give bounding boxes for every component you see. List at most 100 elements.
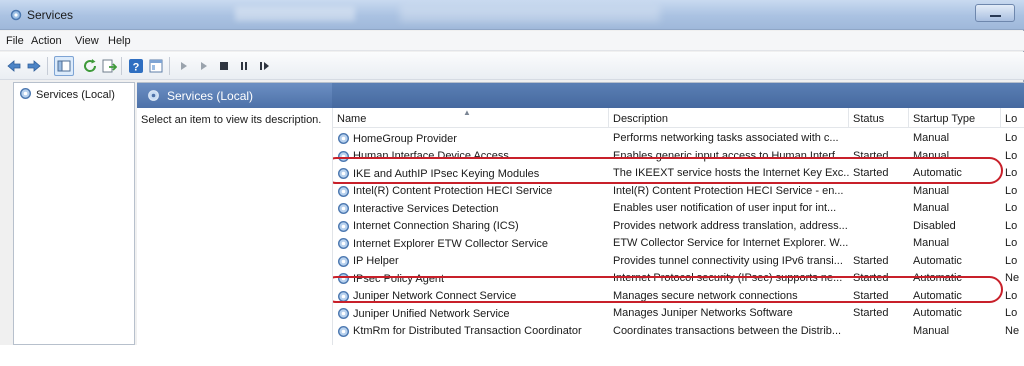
- service-name-cell: HomeGroup Provider: [337, 132, 607, 145]
- page-background: [0, 345, 1024, 366]
- service-status: Started: [853, 307, 889, 319]
- forward-icon[interactable]: [26, 58, 42, 74]
- column-header-description[interactable]: Description: [609, 108, 849, 128]
- service-startup-type: Manual: [913, 149, 950, 162]
- service-gear-icon: [337, 325, 350, 338]
- service-logon: Lo: [1005, 219, 1018, 232]
- service-logon: Lo: [1005, 202, 1018, 214]
- service-gear-icon: [337, 255, 350, 268]
- title-bar-blur: [400, 6, 660, 22]
- service-gear-icon: [337, 237, 350, 250]
- column-header-status[interactable]: Status: [849, 108, 909, 128]
- tree-item-services-local[interactable]: Services (Local): [19, 87, 115, 103]
- menu-action[interactable]: Action: [31, 35, 62, 47]
- service-logon: Lo: [1005, 254, 1018, 267]
- table-row[interactable]: IPsec Policy Agent Internet Protocol secu…: [333, 270, 1024, 287]
- service-gear-icon: [337, 185, 350, 198]
- service-startup-type: Manual: [913, 202, 950, 214]
- table-row[interactable]: HomeGroup Provider Performs networking ta…: [333, 130, 1024, 147]
- pane-header-tab: Services (Local): [137, 83, 332, 108]
- services-icon: [19, 87, 32, 103]
- service-name: Interactive Services Detection: [353, 202, 499, 215]
- sort-ascending-icon: ▲: [463, 108, 471, 117]
- service-name: Intel(R) Content Protection HECI Service: [353, 185, 553, 197]
- help-icon[interactable]: ?: [128, 58, 144, 74]
- menu-file[interactable]: File: [6, 35, 24, 47]
- window-title: Services: [27, 8, 74, 22]
- service-logon: Lo: [1005, 307, 1018, 319]
- service-gear-icon: [337, 132, 350, 145]
- service-logon: Lo: [1005, 167, 1018, 179]
- service-gear-icon: [337, 167, 350, 180]
- column-header-label: Description: [613, 113, 669, 125]
- column-header-label: Name: [337, 113, 367, 125]
- table-row[interactable]: Interactive Services Detection Enables us…: [333, 200, 1024, 217]
- pause-service-icon[interactable]: [236, 58, 252, 74]
- title-bar[interactable]: Services: [0, 0, 1024, 30]
- refresh-icon[interactable]: [82, 58, 98, 74]
- service-startup-type: Automatic: [913, 254, 962, 267]
- column-header-startup-type[interactable]: Startup Type: [909, 108, 1001, 128]
- console-tree: Services (Local): [13, 82, 135, 345]
- service-description: Provides network address translation, ad…: [613, 219, 848, 232]
- service-name: Juniper Network Connect Service: [353, 290, 517, 302]
- service-name: KtmRm for Distributed Transaction Coordi…: [353, 325, 582, 337]
- service-name-cell: IPsec Policy Agent: [337, 272, 607, 285]
- service-name-cell: Interactive Services Detection: [337, 202, 607, 215]
- service-gear-icon: [337, 272, 350, 285]
- back-icon[interactable]: [6, 58, 22, 74]
- menu-view[interactable]: View: [75, 35, 99, 47]
- menu-help[interactable]: Help: [108, 35, 131, 47]
- table-row[interactable]: IKE and AuthIP IPsec Keying Modules The I…: [333, 165, 1024, 182]
- column-header-label: Lo: [1005, 113, 1018, 125]
- pane-title: Services (Local): [167, 89, 254, 103]
- service-status: Started: [853, 272, 889, 284]
- service-logon: Ne: [1005, 324, 1020, 337]
- table-row[interactable]: KtmRm for Distributed Transaction Coordi…: [333, 323, 1024, 340]
- services-app-icon: [10, 9, 22, 21]
- table-row[interactable]: IP Helper Provides tunnel connectivity us…: [333, 253, 1024, 270]
- service-logon: Lo: [1005, 184, 1018, 197]
- menu-bar: File Action View Help: [0, 31, 1024, 51]
- table-row[interactable]: Human Interface Device Access Enables gen…: [333, 148, 1024, 165]
- service-description: Enables user notification of user input …: [613, 202, 837, 214]
- table-row[interactable]: Juniper Unified Network Service Manages J…: [333, 305, 1024, 322]
- service-name: IP Helper: [353, 255, 399, 267]
- start-service-icon[interactable]: [176, 58, 192, 74]
- service-gear-icon: [337, 307, 350, 320]
- service-name: Internet Connection Sharing (ICS): [353, 220, 519, 232]
- table-row[interactable]: Intel(R) Content Protection HECI Service…: [333, 183, 1024, 200]
- description-area: Select an item to view its description.: [137, 108, 329, 346]
- description-hint: Select an item to view its description.: [141, 114, 322, 126]
- start-service-alt-icon[interactable]: [196, 58, 212, 74]
- service-gear-icon: [337, 150, 350, 163]
- service-name-cell: Internet Explorer ETW Collector Service: [337, 237, 607, 250]
- service-description: Manages secure network connections: [613, 289, 798, 302]
- details-pane: Services (Local) Select an item to view …: [137, 82, 1024, 346]
- toolbar-separator: [169, 57, 170, 75]
- column-header-logon[interactable]: Lo: [1001, 108, 1024, 128]
- table-row[interactable]: Internet Explorer ETW Collector Service E…: [333, 235, 1024, 252]
- export-list-icon[interactable]: [101, 58, 117, 74]
- service-name: IPsec Policy Agent: [353, 272, 445, 285]
- svg-text:?: ?: [133, 62, 140, 74]
- service-description: Enables generic input access to Human In…: [613, 149, 845, 162]
- show-console-tree-icon[interactable]: [54, 56, 74, 76]
- service-startup-type: Manual: [913, 184, 950, 197]
- toolbar: ?: [0, 52, 1024, 80]
- pane-header: Services (Local): [137, 83, 1024, 108]
- service-name-cell: Internet Connection Sharing (ICS): [337, 220, 607, 233]
- service-name-cell: IP Helper: [337, 255, 607, 268]
- service-name-cell: Human Interface Device Access: [337, 150, 607, 163]
- table-row[interactable]: Juniper Network Connect Service Manages s…: [333, 288, 1024, 305]
- service-name-cell: Intel(R) Content Protection HECI Service: [337, 185, 607, 198]
- services-list[interactable]: Name ▲ Description Status Startup Type L…: [332, 108, 1024, 346]
- table-row[interactable]: Internet Connection Sharing (ICS) Provide…: [333, 218, 1024, 235]
- restart-service-icon[interactable]: [256, 58, 272, 74]
- service-name: HomeGroup Provider: [353, 132, 457, 145]
- column-header-name[interactable]: Name ▲: [333, 108, 609, 128]
- title-bar-blur: [235, 7, 355, 21]
- stop-service-icon[interactable]: [216, 58, 232, 74]
- minimize-button[interactable]: [975, 4, 1015, 22]
- properties-icon[interactable]: [148, 58, 164, 74]
